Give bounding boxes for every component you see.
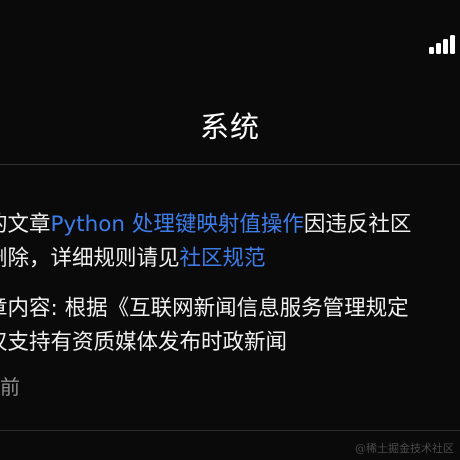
notification-text: 的文章 (0, 212, 51, 237)
page-title: 系统 (199, 110, 260, 144)
notification-text: 删除，详细规则请见 (0, 246, 180, 271)
notification-line-3: 章内容: 根据《互联网新闻信息服务管理规定 (0, 296, 409, 321)
notification-card[interactable]: 的文章Python 处理键映射值操作因违反社区 删除，详细规则请见社区规范 章内… (0, 170, 460, 428)
status-bar (0, 0, 460, 70)
header-divider (0, 164, 460, 165)
community-rules-link[interactable]: 社区规范 (180, 246, 266, 271)
notification-text: 因违反社区 (303, 212, 412, 237)
watermark: @稀土掘金技术社区 (355, 442, 454, 455)
notification-timestamp: 时前 (0, 375, 20, 399)
cellular-signal-icon (429, 34, 455, 54)
nav-bar: 系统 (0, 96, 460, 160)
notification-line-2: 删除，详细规则请见社区规范 (0, 242, 266, 276)
notification-line-1: 的文章Python 处理键映射值操作因违反社区 (0, 208, 411, 242)
card-divider (0, 430, 460, 431)
article-link[interactable]: Python 处理键映射值操作 (51, 212, 304, 237)
notification-line-4: 仅支持有资质媒体发布时政新闻 (0, 330, 288, 355)
